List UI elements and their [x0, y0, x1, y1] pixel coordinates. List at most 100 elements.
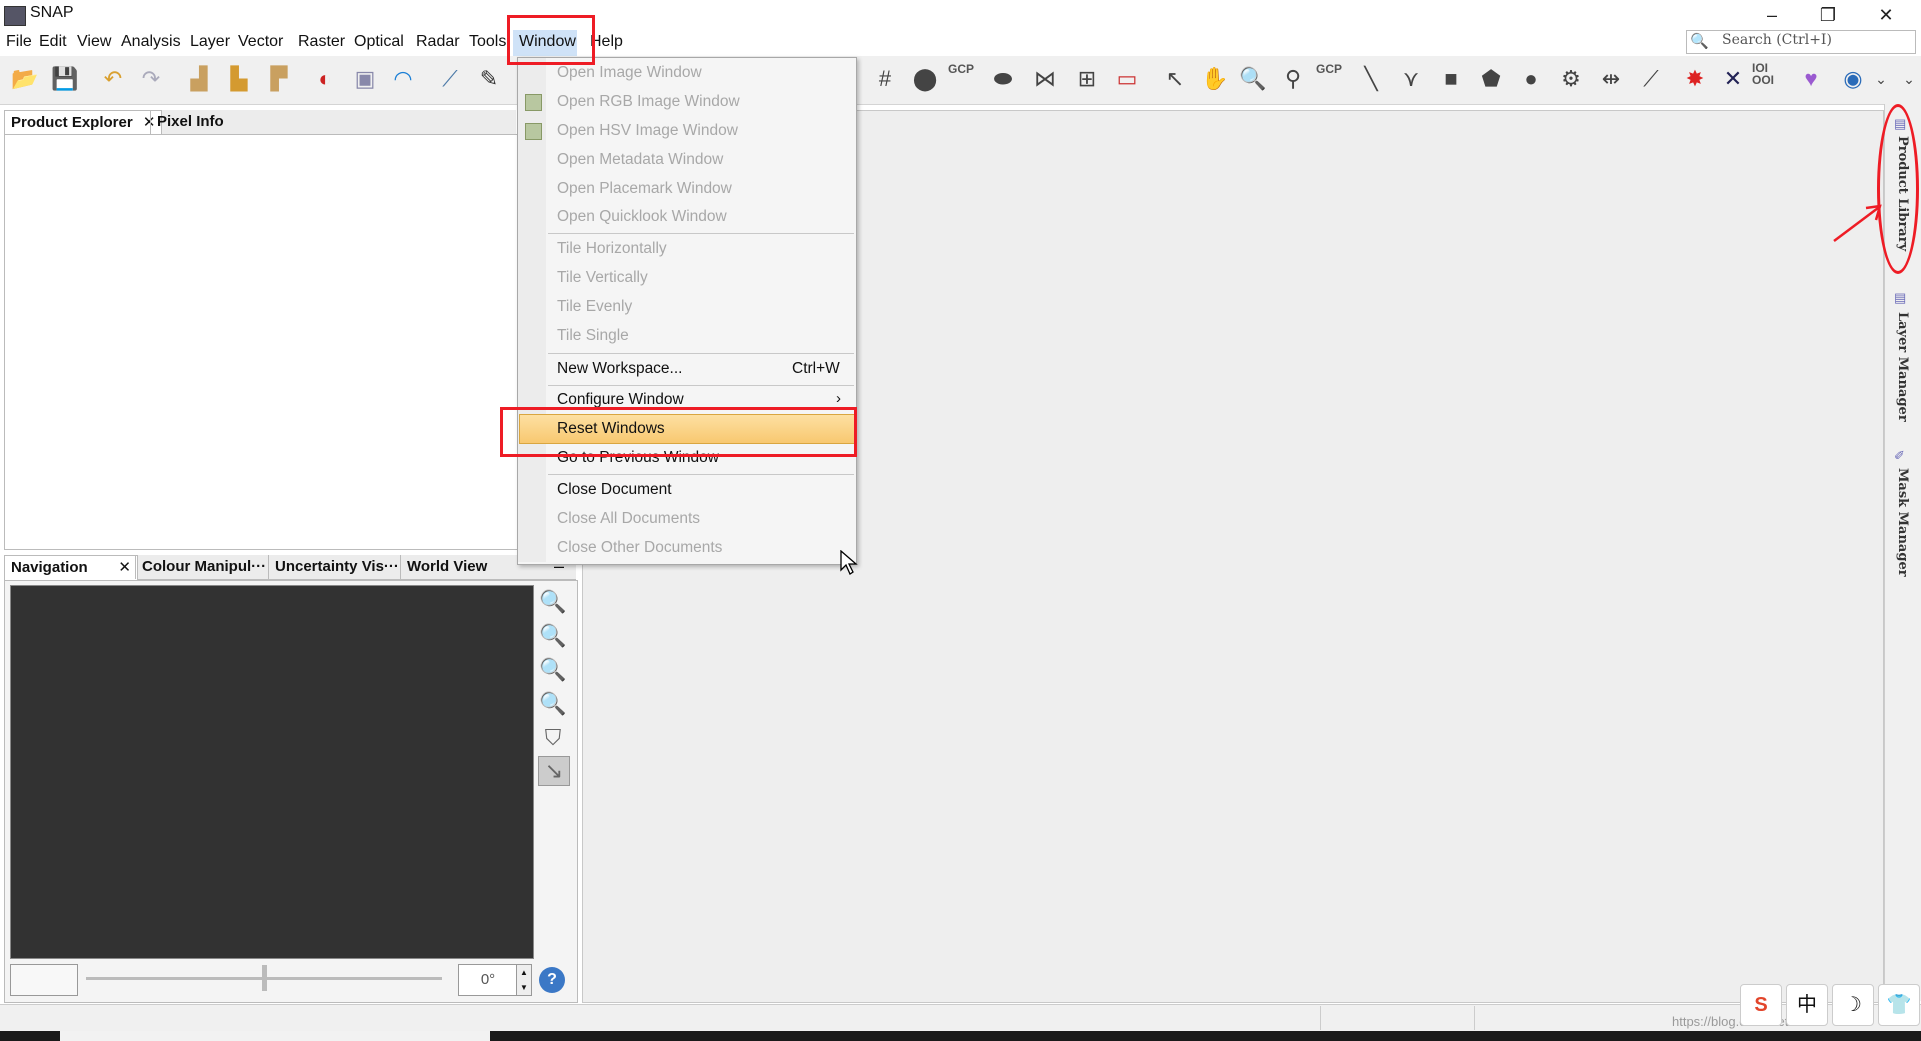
- snap-app-icon: [4, 6, 26, 26]
- menu-item-open-image-window[interactable]: Open Image Window: [557, 64, 702, 82]
- pan-tool-icon[interactable]: ✋: [1200, 64, 1230, 94]
- tab-product-explorer[interactable]: Product Explorer ✕: [4, 110, 163, 135]
- graph-builder-icon[interactable]: ✎: [474, 64, 504, 94]
- menu-edit[interactable]: Edit: [39, 33, 67, 51]
- restore-button[interactable]: ❐: [1808, 2, 1848, 28]
- menu-item-open-metadata-window[interactable]: Open Metadata Window: [557, 151, 723, 169]
- band-maths-icon[interactable]: ◐: [310, 64, 340, 94]
- crossover-icon[interactable]: ✕: [1718, 64, 1748, 94]
- star-tool-icon[interactable]: ✸: [1680, 64, 1710, 94]
- menu-optical[interactable]: Optical: [354, 33, 404, 51]
- close-icon[interactable]: ✕: [118, 556, 131, 580]
- gcp-manager-icon[interactable]: GCP: [948, 62, 974, 76]
- menu-radar[interactable]: Radar: [416, 33, 460, 51]
- menu-layer[interactable]: Layer: [190, 33, 230, 51]
- annotation-reset-windows-box: [500, 407, 857, 457]
- menu-item-close-other-documents[interactable]: Close Other Documents: [557, 539, 722, 557]
- export-icon[interactable]: ▛: [264, 64, 294, 94]
- sync-cursor-icon[interactable]: ↘: [538, 756, 570, 786]
- world-map-icon[interactable]: ⬬: [988, 64, 1018, 94]
- ellipse-tool-icon[interactable]: ●: [1516, 64, 1546, 94]
- menu-raster[interactable]: Raster: [298, 33, 345, 51]
- menu-view[interactable]: View: [77, 33, 111, 51]
- ime-chinese-icon[interactable]: 中: [1786, 984, 1828, 1026]
- mouse-cursor-icon: [840, 550, 858, 575]
- menu-item-tile-evenly[interactable]: Tile Evenly: [557, 298, 632, 316]
- select-tool-icon[interactable]: ↖: [1160, 64, 1190, 94]
- shortcut-label: Ctrl+W: [792, 360, 840, 377]
- menu-item-open-rgb-image-window[interactable]: Open RGB Image Window: [557, 93, 740, 111]
- rotation-spinner[interactable]: ▲ ▼: [516, 964, 532, 996]
- pin-placing-tool-icon[interactable]: ⚲: [1278, 64, 1308, 94]
- menu-tools[interactable]: Tools: [469, 33, 506, 51]
- polyline-tool-icon[interactable]: ⋎: [1396, 64, 1426, 94]
- tab-world-view[interactable]: World View: [400, 555, 493, 579]
- menu-item-tile-single[interactable]: Tile Single: [557, 327, 629, 345]
- undo-icon[interactable]: ↶: [98, 64, 128, 94]
- binary-data-icon[interactable]: IOI OOI: [1752, 62, 1774, 86]
- menu-item-new-workspace[interactable]: New Workspace...: [557, 360, 682, 378]
- network-icon[interactable]: ⋈: [1030, 64, 1060, 94]
- menu-item-tile-vertically[interactable]: Tile Vertically: [557, 269, 648, 287]
- save-product-icon[interactable]: 💾: [50, 64, 80, 94]
- color-mix-icon[interactable]: ♥: [1796, 64, 1826, 94]
- zoom-out-icon[interactable]: 🔍: [538, 622, 568, 650]
- ime-skin-icon[interactable]: 👕: [1878, 984, 1920, 1026]
- mask-manager-tab[interactable]: Mask Manager: [1895, 468, 1910, 577]
- zoom-in-icon[interactable]: 🔍: [538, 588, 568, 616]
- menu-separator: [548, 385, 854, 386]
- polygon-tool-icon[interactable]: ⬟: [1476, 64, 1506, 94]
- menu-vector[interactable]: Vector: [238, 33, 283, 51]
- zoom-factor-field[interactable]: [10, 964, 78, 996]
- annotation-arrow-icon: [1833, 204, 1882, 242]
- zoom-slider-thumb[interactable]: [262, 965, 267, 991]
- ime-sogou-icon[interactable]: S: [1740, 984, 1782, 1026]
- menu-separator: [548, 474, 854, 475]
- overview-icon[interactable]: ▭: [1112, 64, 1142, 94]
- layer-manager-tab[interactable]: Layer Manager: [1895, 312, 1910, 422]
- redo-icon[interactable]: ↷: [136, 64, 166, 94]
- menu-item-close-document[interactable]: Close Document: [557, 481, 672, 499]
- grid-network-icon[interactable]: ⊞: [1072, 64, 1102, 94]
- rotation-field[interactable]: 0°: [458, 964, 518, 996]
- range-finder-icon[interactable]: ⇹: [1596, 64, 1626, 94]
- menu-item-close-all-documents[interactable]: Close All Documents: [557, 510, 700, 528]
- zoom-tool-icon[interactable]: 🔍: [1238, 64, 1268, 94]
- import-raster-icon[interactable]: ▟: [184, 64, 214, 94]
- gcp-placing-tool-icon[interactable]: GCP: [1316, 62, 1342, 76]
- pin-manager-icon[interactable]: ⬤: [910, 64, 940, 94]
- profile-plot-icon[interactable]: ⟋: [435, 64, 465, 94]
- sync-views-icon[interactable]: ⛉: [538, 724, 568, 752]
- menu-item-tile-horizontally[interactable]: Tile Horizontally: [557, 240, 667, 258]
- menu-item-open-placemark-window[interactable]: Open Placemark Window: [557, 180, 732, 198]
- menu-file[interactable]: File: [6, 33, 32, 51]
- spectrum-icon[interactable]: ◠: [388, 64, 418, 94]
- minimize-button[interactable]: –: [1752, 2, 1792, 28]
- tab-uncertainty-visualisation[interactable]: Uncertainty Vis···: [268, 555, 405, 579]
- tab-navigation[interactable]: Navigation ✕: [4, 555, 138, 580]
- magic-wand-icon[interactable]: ⚙: [1556, 64, 1586, 94]
- toolbar-overflow-icon[interactable]: ⌄: [1894, 64, 1921, 94]
- open-product-icon[interactable]: 📂: [10, 64, 40, 94]
- tab-pixel-info[interactable]: Pixel Info: [150, 110, 230, 134]
- import-vector-icon[interactable]: ▙: [224, 64, 254, 94]
- menu-item-open-quicklook-window[interactable]: Open Quicklook Window: [557, 208, 727, 226]
- zoom-actual-icon[interactable]: 🔍: [538, 656, 568, 684]
- menu-item-open-hsv-image-window[interactable]: Open HSV Image Window: [557, 122, 738, 140]
- navigation-canvas[interactable]: [10, 585, 534, 959]
- measure-tool-icon[interactable]: ⟋: [1636, 64, 1666, 94]
- tab-colour-manipulation[interactable]: Colour Manipul···: [135, 555, 272, 579]
- toolbar-dropdown-icon[interactable]: ⌄: [1866, 64, 1896, 94]
- rectangle-tool-icon[interactable]: ■: [1436, 64, 1466, 94]
- help-icon[interactable]: ?: [539, 967, 565, 993]
- watermark-text: https://blog.csdn.net/...: [1672, 1014, 1803, 1029]
- subset-icon[interactable]: ▣: [350, 64, 380, 94]
- ime-moon-icon[interactable]: ☽: [1832, 984, 1874, 1026]
- globe-icon[interactable]: ◉: [1838, 64, 1868, 94]
- taskbar-search[interactable]: [60, 1031, 490, 1041]
- menu-analysis[interactable]: Analysis: [121, 33, 181, 51]
- close-button[interactable]: ✕: [1866, 2, 1906, 28]
- line-tool-icon[interactable]: ╲: [1356, 64, 1386, 94]
- zoom-all-icon[interactable]: 🔍: [538, 690, 568, 718]
- graticule-icon[interactable]: #: [870, 64, 900, 94]
